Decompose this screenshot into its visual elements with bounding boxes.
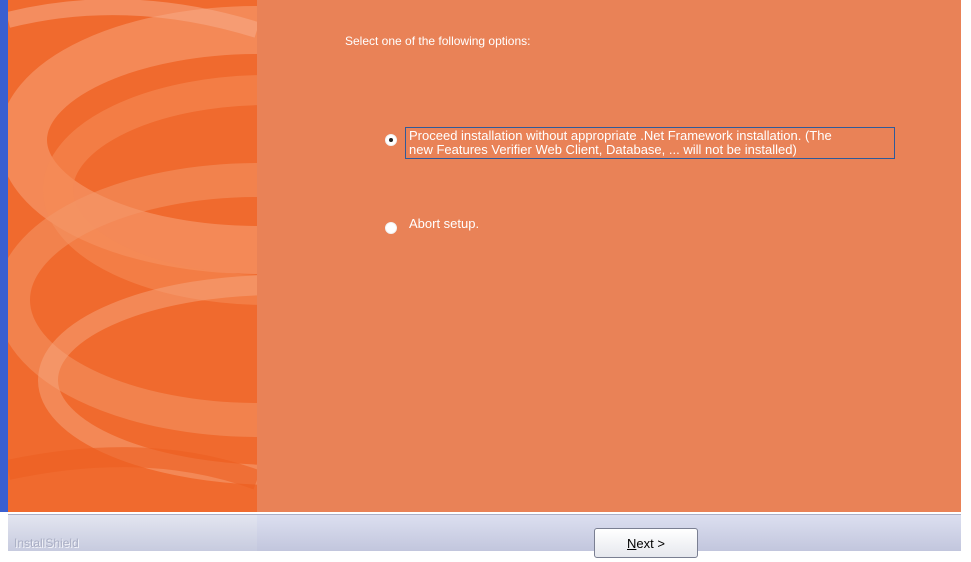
window-right-edge xyxy=(961,0,971,562)
option-abort-label[interactable]: Abort setup. xyxy=(405,215,483,233)
next-button-mnemonic: N xyxy=(627,535,637,551)
option-proceed-label[interactable]: Proceed installation without appropriate… xyxy=(405,127,895,159)
side-banner-graphic xyxy=(8,0,257,512)
installshield-brand-label: InstallShield xyxy=(14,536,79,550)
banner-swoosh-graphic xyxy=(8,0,257,512)
footer-bar: InstallShield Next > xyxy=(0,512,971,562)
instruction-text: Select one of the following options: xyxy=(345,34,531,48)
installer-window: Select one of the following options: Pro… xyxy=(0,0,971,562)
next-button-label: Next > xyxy=(627,536,665,551)
radio-button-unselected-icon[interactable] xyxy=(385,222,397,234)
content-panel: Select one of the following options: Pro… xyxy=(257,0,961,512)
radio-button-selected-icon[interactable] xyxy=(385,134,397,146)
option-abort-setup[interactable]: Abort setup. xyxy=(385,215,483,234)
next-button[interactable]: Next > xyxy=(594,528,698,558)
next-button-text: ext > xyxy=(636,535,665,551)
option-proceed-without-net-framework[interactable]: Proceed installation without appropriate… xyxy=(385,127,895,159)
